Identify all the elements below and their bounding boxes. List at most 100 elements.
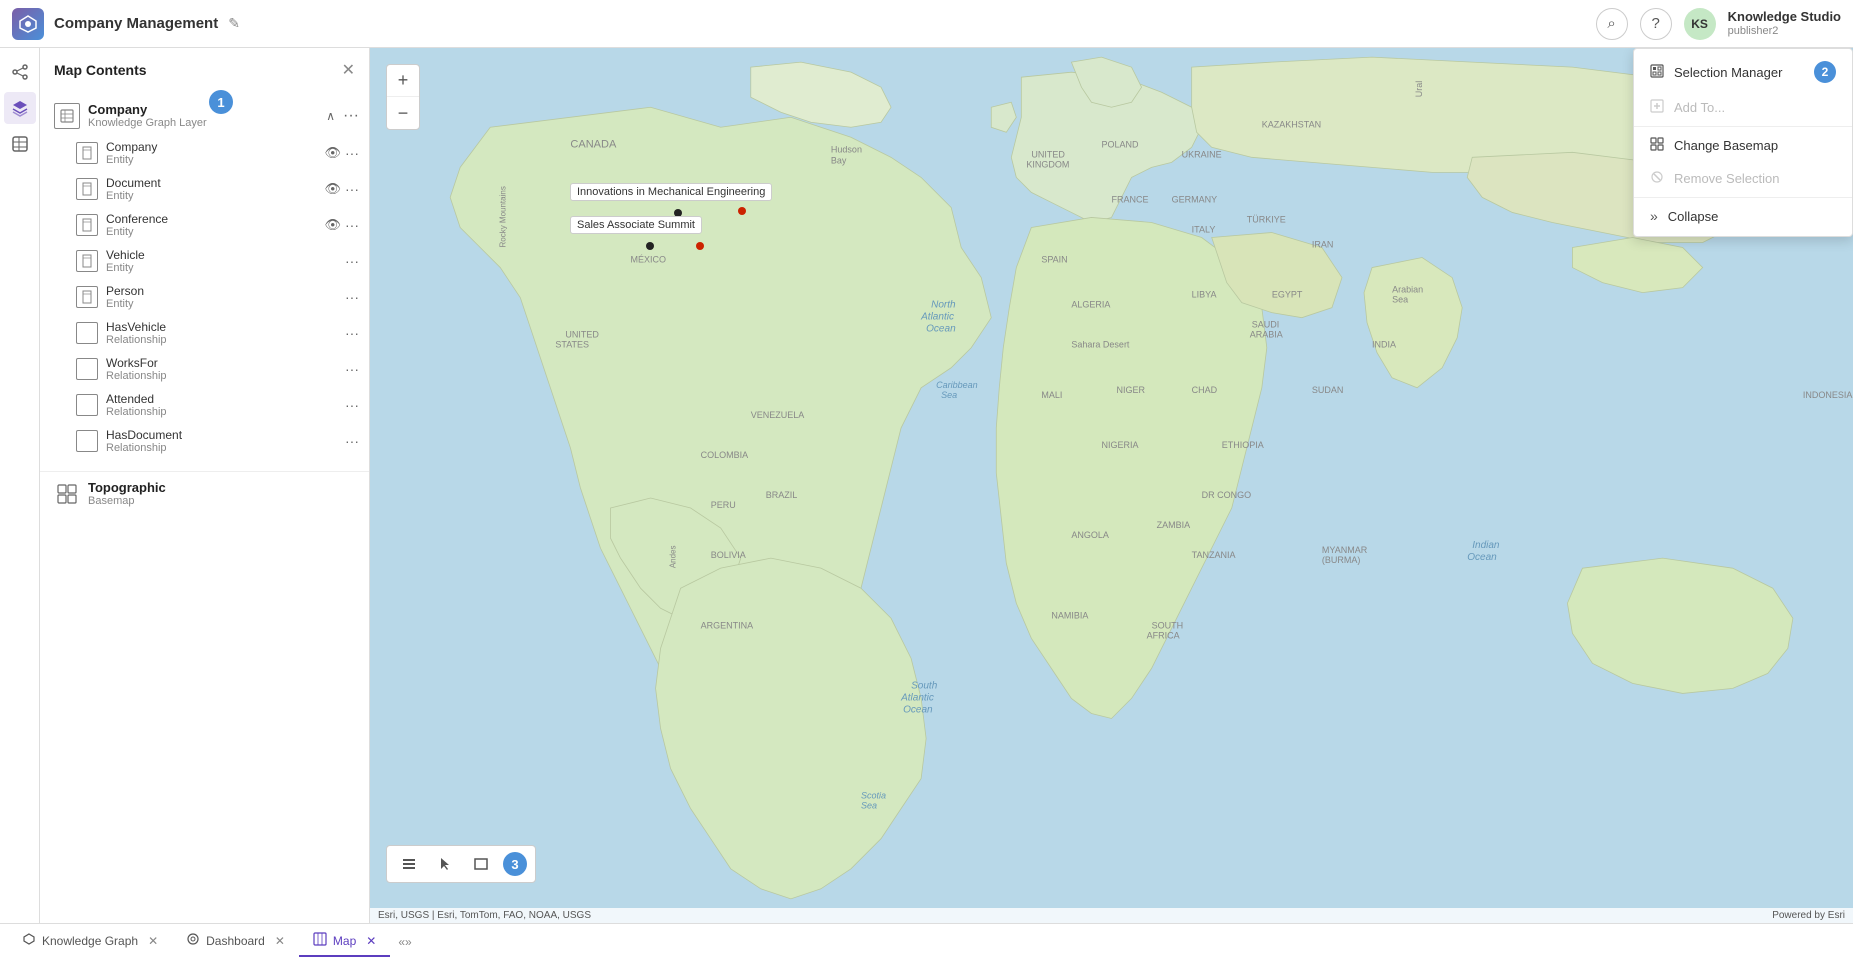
layer-item[interactable]: Attended Relationship ··· <box>40 387 369 423</box>
edit-icon[interactable]: ✎ <box>228 15 240 32</box>
attribution-right: Powered by Esri <box>1772 910 1845 921</box>
add-to-item: Add To... <box>1634 91 1852 124</box>
layer-item-actions: ··· <box>345 361 359 377</box>
svg-text:Scotia: Scotia <box>861 791 886 801</box>
icon-sidebar <box>0 48 40 923</box>
layer-item-actions: ··· <box>345 289 359 305</box>
svg-text:Sea: Sea <box>861 801 877 811</box>
svg-text:UKRAINE: UKRAINE <box>1182 149 1222 159</box>
sidebar-nav-connections[interactable] <box>4 56 36 88</box>
layer-item-more[interactable]: ··· <box>345 217 359 233</box>
selection-manager-item[interactable]: Selection Manager 2 <box>1634 53 1852 91</box>
tab-knowledge-graph[interactable]: Knowledge Graph ✕ <box>8 926 172 957</box>
layer-item-name: HasDocument <box>106 428 337 442</box>
layer-group-icon <box>54 103 80 129</box>
layer-item-sub: Entity <box>106 262 337 274</box>
layer-group-text: Company Knowledge Graph Layer <box>88 102 318 129</box>
zoom-in-button[interactable]: + <box>387 65 419 97</box>
map-label-1: Innovations in Mechanical Engineering <box>570 183 772 201</box>
header-right: ⌕ ? KS Knowledge Studio publisher2 <box>1596 8 1841 40</box>
svg-text:ZAMBIA: ZAMBIA <box>1157 520 1191 530</box>
layer-item-more[interactable]: ··· <box>345 433 359 449</box>
collapse-item[interactable]: » Collapse <box>1634 200 1852 232</box>
zoom-out-button[interactable]: − <box>387 97 419 129</box>
svg-text:KINGDOM: KINGDOM <box>1026 159 1069 169</box>
layer-item-actions: 👁 ··· <box>324 217 359 233</box>
map-area[interactable]: CANADA Hudson Bay UNITED STATES UNITED K… <box>370 48 1853 923</box>
search-button[interactable]: ⌕ <box>1596 8 1628 40</box>
map-label-2: Sales Associate Summit <box>570 216 702 234</box>
svg-text:Ocean: Ocean <box>926 324 956 335</box>
rectangle-tool-button[interactable] <box>467 850 495 878</box>
map-toolbar: 3 <box>386 845 536 883</box>
layer-item-text: Person Entity <box>106 284 337 310</box>
panel-close-button[interactable]: ✕ <box>342 60 355 80</box>
layer-group-chevron[interactable]: ∧ <box>326 109 335 123</box>
dashboard-tab-close[interactable]: ✕ <box>275 934 285 948</box>
svg-text:Ocean: Ocean <box>903 704 933 715</box>
layer-item-text: Document Entity <box>106 176 316 202</box>
layer-item[interactable]: HasDocument Relationship ··· <box>40 423 369 459</box>
svg-text:Indian: Indian <box>1472 540 1500 551</box>
svg-text:KAZAKHSTAN: KAZAKHSTAN <box>1262 119 1321 129</box>
selection-manager-label: Selection Manager <box>1674 65 1782 80</box>
svg-text:MALI: MALI <box>1041 390 1062 400</box>
layer-item-text: Attended Relationship <box>106 392 337 418</box>
layer-visibility-toggle[interactable]: 👁 <box>324 145 341 161</box>
map-tab-close[interactable]: ✕ <box>366 934 376 948</box>
layer-item-more[interactable]: ··· <box>345 361 359 377</box>
svg-text:Sahara Desert: Sahara Desert <box>1071 340 1130 350</box>
user-role: publisher2 <box>1728 25 1841 38</box>
avatar[interactable]: KS <box>1684 8 1716 40</box>
layer-item[interactable]: Company Entity 👁 ··· <box>40 135 369 171</box>
svg-text:VENEZUELA: VENEZUELA <box>751 410 805 420</box>
layer-item-more[interactable]: ··· <box>345 145 359 161</box>
select-tool-button[interactable] <box>431 850 459 878</box>
map-dot-3 <box>646 242 654 250</box>
layer-group-header[interactable]: Company Knowledge Graph Layer ∧ ··· <box>40 96 369 135</box>
layer-group-more[interactable]: ··· <box>343 107 359 125</box>
knowledge-graph-tab-close[interactable]: ✕ <box>148 934 158 948</box>
basemap-icon <box>54 481 80 507</box>
main-container: Map Contents ✕ 1 Company Kno <box>0 48 1853 923</box>
tab-map[interactable]: Map ✕ <box>299 926 390 957</box>
layer-item-more[interactable]: ··· <box>345 181 359 197</box>
layer-item-more[interactable]: ··· <box>345 253 359 269</box>
layer-visibility-toggle[interactable]: 👁 <box>324 181 341 197</box>
layer-item-sub: Entity <box>106 226 316 238</box>
svg-text:CHAD: CHAD <box>1192 385 1218 395</box>
svg-text:Caribbean: Caribbean <box>936 380 978 390</box>
basemap-section[interactable]: Topographic Basemap <box>40 471 369 515</box>
sidebar-nav-table[interactable] <box>4 128 36 160</box>
layer-item-sub: Relationship <box>106 406 337 418</box>
change-basemap-icon <box>1650 137 1664 154</box>
list-tool-button[interactable] <box>395 850 423 878</box>
change-basemap-label: Change Basemap <box>1674 138 1778 153</box>
layer-item[interactable]: HasVehicle Relationship ··· <box>40 315 369 351</box>
layer-item[interactable]: Conference Entity 👁 ··· <box>40 207 369 243</box>
layer-item-more[interactable]: ··· <box>345 289 359 305</box>
help-button[interactable]: ? <box>1640 8 1672 40</box>
svg-text:MÉXICO: MÉXICO <box>631 255 667 265</box>
layer-item-more[interactable]: ··· <box>345 397 359 413</box>
remove-selection-label: Remove Selection <box>1674 171 1780 186</box>
expand-panels-button[interactable]: «» <box>398 935 411 949</box>
sidebar-nav-layers[interactable] <box>4 92 36 124</box>
layer-item[interactable]: Person Entity ··· <box>40 279 369 315</box>
layer-item-more[interactable]: ··· <box>345 325 359 341</box>
layer-items: Company Entity 👁 ··· Document Entity 👁 ·… <box>40 135 369 459</box>
layer-item[interactable]: Document Entity 👁 ··· <box>40 171 369 207</box>
svg-text:INDIA: INDIA <box>1372 340 1396 350</box>
layer-item[interactable]: WorksFor Relationship ··· <box>40 351 369 387</box>
svg-text:Atlantic: Atlantic <box>920 312 954 323</box>
svg-text:CANADA: CANADA <box>570 138 617 150</box>
layer-item-sub: Relationship <box>106 370 337 382</box>
tab-dashboard[interactable]: Dashboard ✕ <box>172 926 299 957</box>
add-to-icon <box>1650 99 1664 116</box>
badge-2: 2 <box>1814 61 1836 83</box>
svg-text:Sea: Sea <box>1392 295 1408 305</box>
change-basemap-item[interactable]: Change Basemap <box>1634 129 1852 162</box>
layer-item[interactable]: Vehicle Entity ··· <box>40 243 369 279</box>
svg-text:EGYPT: EGYPT <box>1272 290 1303 300</box>
layer-visibility-toggle[interactable]: 👁 <box>324 217 341 233</box>
